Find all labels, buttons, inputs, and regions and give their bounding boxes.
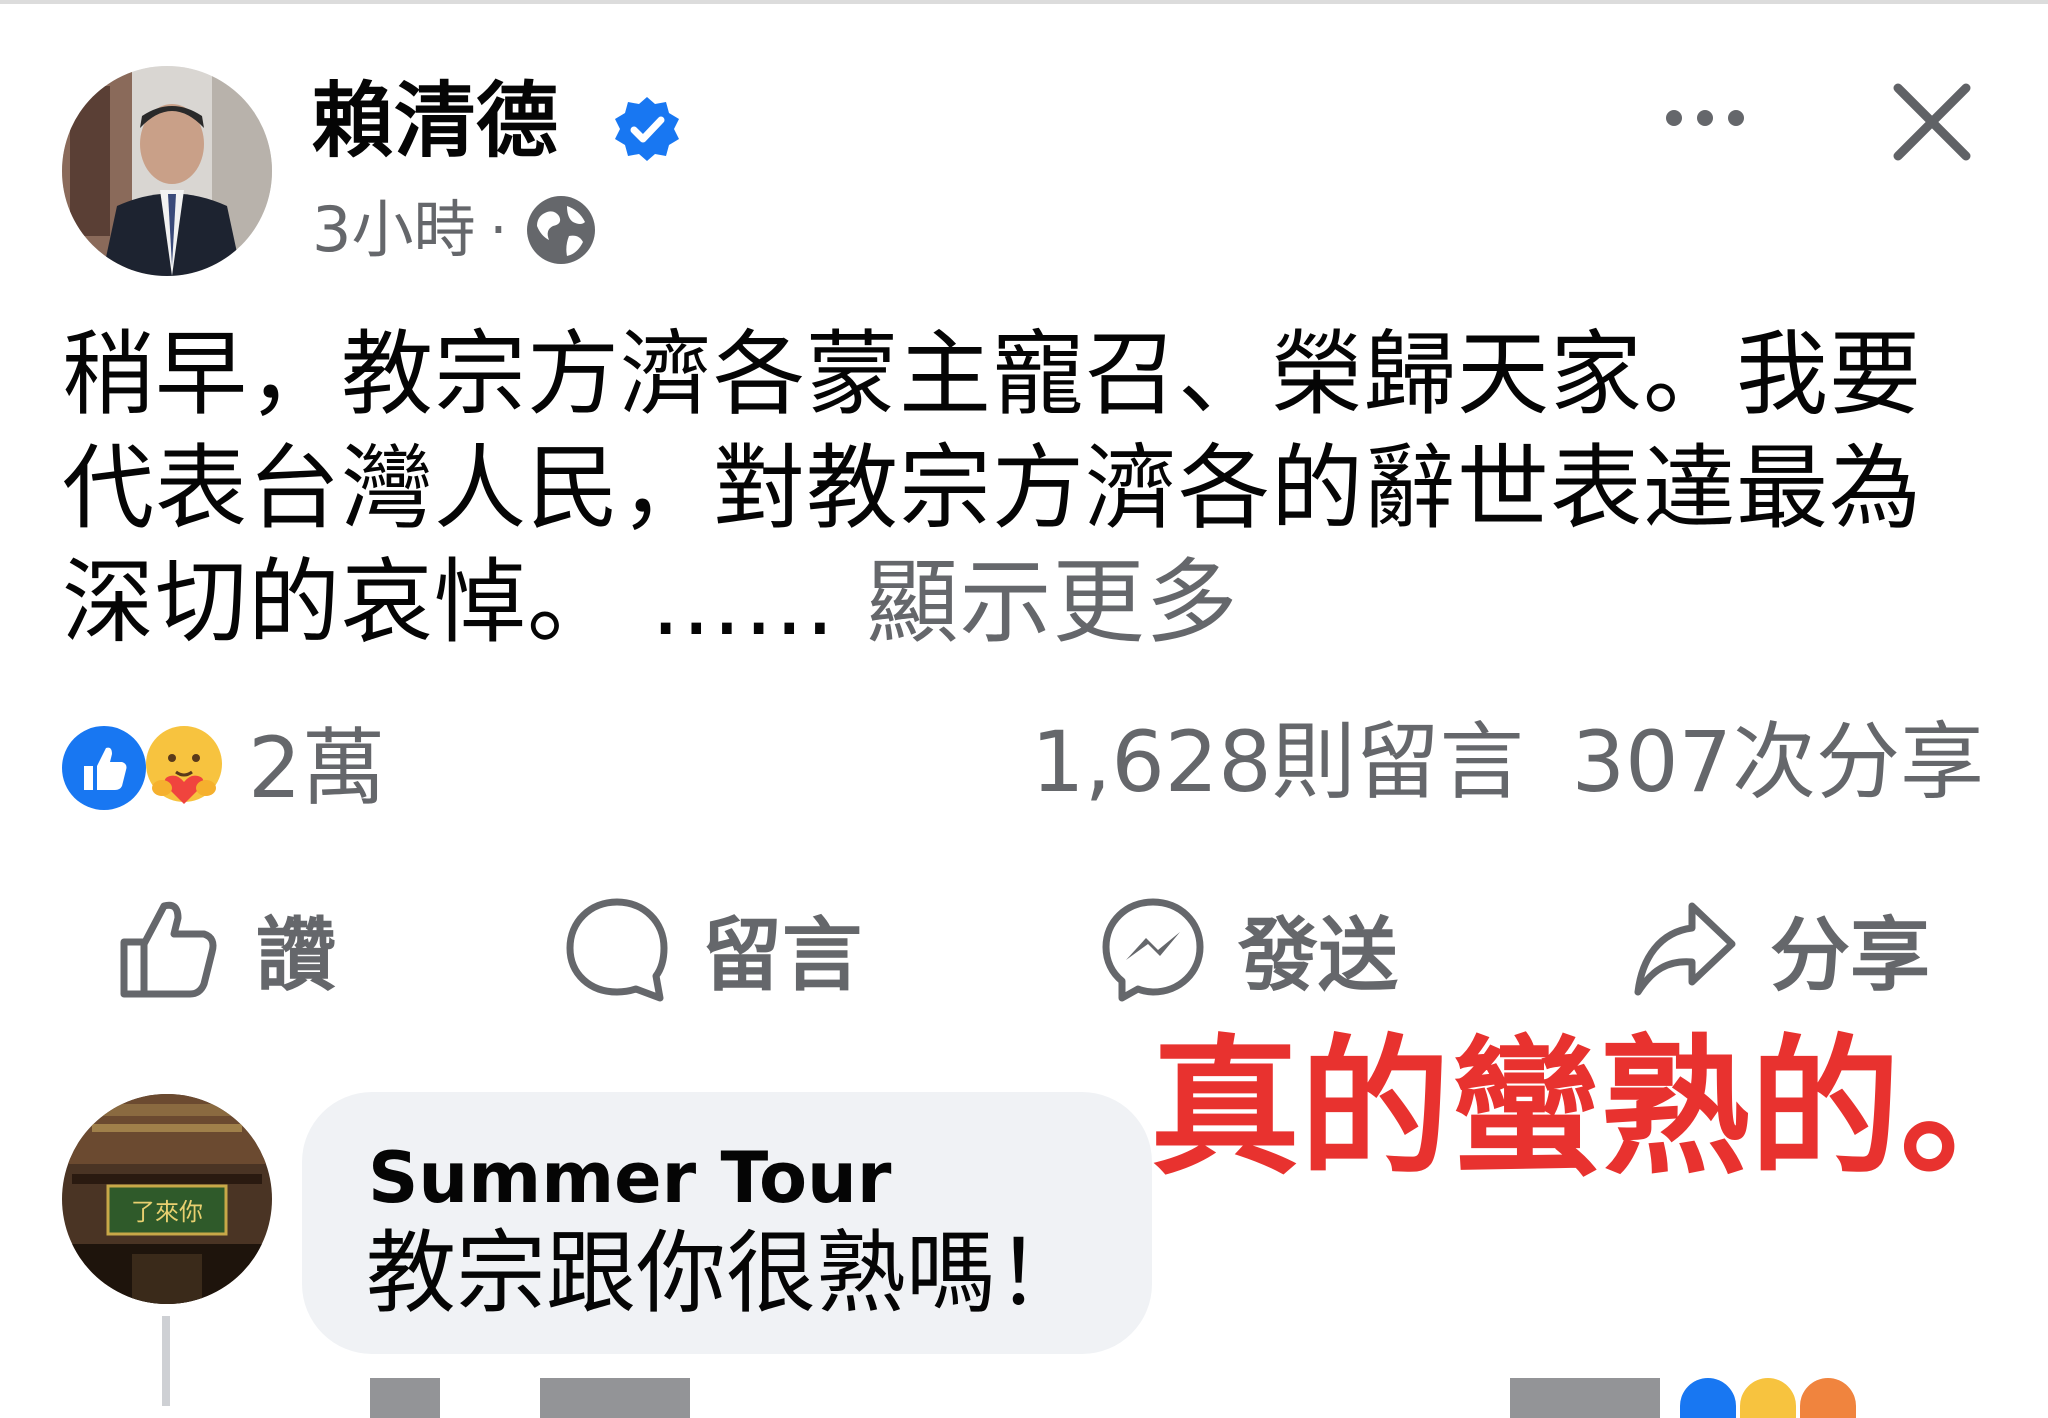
commenter-avatar-image: 了來你 <box>62 1094 272 1304</box>
red-annotation-text: 真的蠻熟的。 <box>1150 1022 2048 1196</box>
messenger-icon <box>1102 898 1204 1002</box>
like-label: 讚 <box>256 909 336 1002</box>
globe-icon <box>527 196 596 264</box>
top-divider <box>0 0 2048 4</box>
comment-bubble[interactable]: Summer Tour 教宗跟你很熟嗎！ <box>302 1092 1152 1354</box>
verified-badge-icon <box>615 97 679 161</box>
avatar-sign-text: 了來你 <box>131 1198 203 1226</box>
comment-button[interactable]: 留言 <box>562 884 862 1014</box>
author-avatar-image <box>62 66 272 276</box>
reaction-count: 2萬 <box>248 719 386 817</box>
comment-haha-reaction-icon <box>1740 1378 1796 1418</box>
send-label: 發送 <box>1238 909 1398 1002</box>
share-label: 分享 <box>1770 909 1930 1002</box>
post-text-line: 代表台灣人民，對教宗方濟各的辭世表達最為 <box>62 435 1923 542</box>
share-arrow-icon <box>1634 902 1736 996</box>
share-count[interactable]: 307次分享 <box>1572 713 1984 811</box>
comment-like-link[interactable] <box>370 1378 440 1418</box>
thread-line <box>162 1316 170 1406</box>
more-options-icon[interactable] <box>1660 96 1750 140</box>
reaction-summary[interactable]: 2萬 <box>60 718 385 818</box>
comment-text: 教宗跟你很熟嗎！ <box>366 1221 1086 1326</box>
see-more-link[interactable]: 顯示更多 <box>867 549 1239 656</box>
thumbs-up-icon <box>120 901 217 998</box>
commenter-name[interactable]: Summer Tour <box>368 1136 891 1220</box>
post-author-name[interactable]: 賴清德 <box>312 72 558 172</box>
comment-like-reaction-icon <box>1680 1378 1736 1418</box>
send-button[interactable]: 發送 <box>1098 884 1398 1014</box>
comment-reply-link[interactable] <box>540 1378 690 1418</box>
post-body: 稍早，教宗方濟各蒙主寵召、榮歸天家。我要 代表台灣人民，對教宗方濟各的辭世表達最… <box>62 318 1962 660</box>
comment-count[interactable]: 1,628則留言 <box>1031 713 1523 811</box>
comment-label: 留言 <box>702 909 862 1002</box>
comment-wow-reaction-icon <box>1800 1378 1856 1418</box>
post-text-line: 稍早，教宗方濟各蒙主寵召、榮歸天家。我要 <box>62 321 1923 428</box>
post-meta: 3小時 · <box>312 190 599 270</box>
close-icon[interactable] <box>1884 74 1980 170</box>
like-reaction-icon <box>62 726 146 810</box>
comment-reaction-count <box>1510 1378 1660 1418</box>
engagement-stats: 1,628則留言 307次分享 <box>1031 712 1984 812</box>
comment-icon <box>566 898 668 1002</box>
author-avatar[interactable] <box>62 66 272 276</box>
like-button[interactable]: 讚 <box>116 884 336 1014</box>
post-text-fragment: 深切的哀悼。 …… <box>62 549 837 656</box>
meta-separator: · <box>489 197 508 263</box>
post-timestamp[interactable]: 3小時 <box>312 190 475 270</box>
commenter-avatar[interactable]: 了來你 <box>62 1094 272 1304</box>
share-button[interactable]: 分享 <box>1630 884 1930 1014</box>
action-bar: 讚 留言 發送 分享 <box>0 884 2048 1014</box>
post-text-line-last: 深切的哀悼。 …… 顯示更多 <box>62 546 1962 660</box>
care-reaction-icon <box>146 726 222 804</box>
